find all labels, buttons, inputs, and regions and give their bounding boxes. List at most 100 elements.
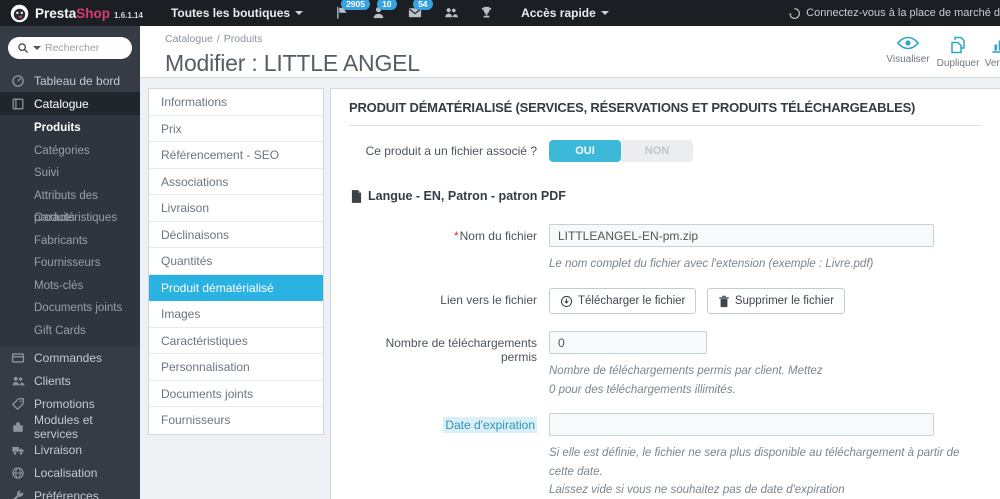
filename-row: *Nom du fichier Le nom complet du fichie… bbox=[349, 224, 982, 273]
downloads-row: Nombre de téléchargements permis Nombre … bbox=[349, 331, 982, 399]
prestashop-logo-icon bbox=[10, 4, 29, 23]
sales-label: Ventes bbox=[984, 58, 1000, 69]
sidebar-item-fabricants[interactable]: Fabricants bbox=[0, 230, 140, 253]
filename-input[interactable] bbox=[549, 224, 934, 247]
brand-text: PrestaShop 1.6.1.14 bbox=[35, 6, 143, 21]
sidebar-item-fournisseurs[interactable]: Fournisseurs bbox=[0, 252, 140, 275]
sidebar-item-tableau-de-bord[interactable]: Tableau de bord bbox=[0, 69, 140, 92]
sidebar-item-label: Promotions bbox=[34, 396, 95, 411]
catalogue-submenu: Produits Catégories Suivi Attributs des … bbox=[0, 115, 140, 346]
duplicate-icon bbox=[934, 35, 982, 55]
sidebar-item-livraison[interactable]: Livraison bbox=[0, 438, 140, 461]
filename-label: *Nom du fichier bbox=[349, 224, 549, 273]
tab-documents-joints[interactable]: Documents joints bbox=[149, 381, 323, 407]
search-icon bbox=[17, 42, 29, 54]
tab-produit-dematerialise[interactable]: Produit dématérialisé bbox=[149, 274, 323, 301]
sidebar-item-modules-et-services[interactable]: Modules et services bbox=[0, 413, 140, 441]
employees-icon[interactable] bbox=[443, 5, 459, 21]
duplicate-button[interactable]: Dupliquer bbox=[934, 35, 982, 69]
version-label: 1.6.1.14 bbox=[114, 10, 143, 20]
sidebar-item-categories[interactable]: Catégories bbox=[0, 140, 140, 163]
messages-count-badge: 54 bbox=[413, 0, 433, 11]
sidebar-item-gift-cards[interactable]: Gift Cards bbox=[0, 320, 140, 343]
preview-button[interactable]: Visualiser bbox=[884, 35, 932, 65]
has-file-toggle: OUI NON bbox=[549, 140, 693, 162]
sidebar-item-produits[interactable]: Produits bbox=[0, 117, 140, 140]
wrench-icon bbox=[11, 489, 25, 499]
tab-referencement-seo[interactable]: Référencement - SEO bbox=[149, 142, 323, 169]
sidebar-item-label: Tableau de bord bbox=[34, 73, 121, 88]
sidebar-item-caracteristiques[interactable]: Caractéristiques bbox=[0, 207, 140, 230]
downloads-input[interactable] bbox=[549, 331, 707, 355]
toggle-non-button[interactable]: NON bbox=[621, 140, 693, 162]
page-header: Catalogue / Produits Modifier : LITTLE ANG… bbox=[140, 26, 1000, 78]
sidebar-search[interactable] bbox=[8, 37, 132, 59]
tab-associations[interactable]: Associations bbox=[149, 169, 323, 195]
sales-button[interactable]: Ventes bbox=[976, 35, 1000, 69]
expiration-label: Date d'expiration bbox=[349, 413, 549, 499]
sidebar-item-label: Préférences bbox=[34, 488, 99, 499]
filename-label-text: Nom du fichier bbox=[459, 229, 537, 243]
tab-fournisseurs[interactable]: Fournisseurs bbox=[149, 407, 323, 434]
expiration-row: Date d'expiration Si elle est définie, l… bbox=[349, 413, 982, 499]
duplicate-label: Dupliquer bbox=[936, 58, 980, 69]
expiration-label-text[interactable]: Date d'expiration bbox=[443, 417, 537, 434]
book-icon bbox=[11, 97, 25, 111]
trophy-icon[interactable] bbox=[479, 5, 495, 21]
sidebar-item-preferences[interactable]: Préférences bbox=[0, 484, 140, 499]
sidebar-nav: Tableau de bord Catalogue Produits Catég… bbox=[0, 69, 140, 499]
tab-personnalisation[interactable]: Personnalisation bbox=[149, 354, 323, 381]
delete-button-label: Supprimer le fichier bbox=[734, 295, 834, 308]
sidebar-item-documents-joints[interactable]: Documents joints bbox=[0, 297, 140, 320]
sidebar-item-attributs[interactable]: Attributs des produits bbox=[0, 185, 140, 225]
gauge-icon bbox=[11, 74, 25, 88]
tag-icon bbox=[11, 397, 25, 411]
tab-prix[interactable]: Prix bbox=[149, 116, 323, 142]
brand-presta: Presta bbox=[35, 5, 77, 21]
sidebar: Tableau de bord Catalogue Produits Catég… bbox=[0, 26, 140, 499]
top-bar: PrestaShop 1.6.1.14 Toutes les boutiques … bbox=[0, 0, 1000, 26]
sidebar-item-label: Clients bbox=[34, 373, 71, 388]
tab-images[interactable]: Images bbox=[149, 301, 323, 328]
credit-card-icon bbox=[11, 351, 25, 365]
preview-label: Visualiser bbox=[886, 54, 930, 65]
toggle-oui-button[interactable]: OUI bbox=[549, 140, 621, 162]
shop-selector-dropdown[interactable]: Toutes les boutiques bbox=[170, 6, 304, 20]
eye-icon bbox=[884, 35, 932, 51]
search-scope-chevron-icon[interactable] bbox=[33, 46, 41, 50]
expiration-date-input[interactable] bbox=[549, 413, 934, 437]
tab-declinaisons[interactable]: Déclinaisons bbox=[149, 222, 323, 248]
customers-count-badge: 10 bbox=[377, 0, 397, 11]
customers-notification[interactable]: 10 bbox=[371, 0, 397, 21]
shop-selector-label: Toutes les boutiques bbox=[170, 6, 291, 20]
file-icon bbox=[351, 189, 362, 203]
download-button-label: Télécharger le fichier bbox=[578, 295, 686, 308]
sidebar-item-label: Localisation bbox=[34, 465, 98, 480]
sidebar-item-catalogue[interactable]: Catalogue bbox=[0, 92, 140, 115]
search-input[interactable] bbox=[45, 42, 117, 54]
delete-file-button[interactable]: Supprimer le fichier bbox=[706, 288, 845, 315]
sidebar-item-localisation[interactable]: Localisation bbox=[0, 461, 140, 484]
tab-livraison[interactable]: Livraison bbox=[149, 195, 323, 222]
download-file-button[interactable]: Télécharger le fichier bbox=[549, 288, 697, 315]
sidebar-item-label: Livraison bbox=[34, 442, 83, 457]
truck-icon bbox=[11, 443, 25, 457]
messages-notification[interactable]: 54 bbox=[407, 0, 433, 21]
quick-access-dropdown[interactable]: Accès rapide bbox=[521, 6, 609, 20]
sidebar-item-mots-cles[interactable]: Mots-clés bbox=[0, 275, 140, 298]
marketplace-link[interactable]: Connectez-vous à la place de marché d bbox=[788, 0, 1000, 26]
product-tab-list: Informations Prix Référencement - SEO As… bbox=[148, 88, 324, 435]
tab-caracteristiques[interactable]: Caractéristiques bbox=[149, 328, 323, 354]
sidebar-item-clients[interactable]: Clients bbox=[0, 369, 140, 392]
downloads-label: Nombre de téléchargements permis bbox=[385, 336, 537, 365]
brand-shop: Shop bbox=[76, 5, 111, 21]
chevron-down-icon bbox=[600, 11, 609, 15]
sidebar-item-commandes[interactable]: Commandes bbox=[0, 346, 140, 369]
sidebar-item-label: Commandes bbox=[34, 350, 103, 365]
orders-notification[interactable]: 2905 bbox=[335, 0, 370, 21]
tab-quantites[interactable]: Quantités bbox=[149, 248, 323, 275]
virtual-product-panel: PRODUIT DÉMATÉRIALISÉ (SERVICES, RÉSERVA… bbox=[330, 88, 1000, 499]
panel-title: PRODUIT DÉMATÉRIALISÉ (SERVICES, RÉSERVA… bbox=[349, 100, 982, 126]
sidebar-item-suivi[interactable]: Suivi bbox=[0, 162, 140, 185]
prestashop-logo: PrestaShop 1.6.1.14 bbox=[10, 4, 143, 23]
